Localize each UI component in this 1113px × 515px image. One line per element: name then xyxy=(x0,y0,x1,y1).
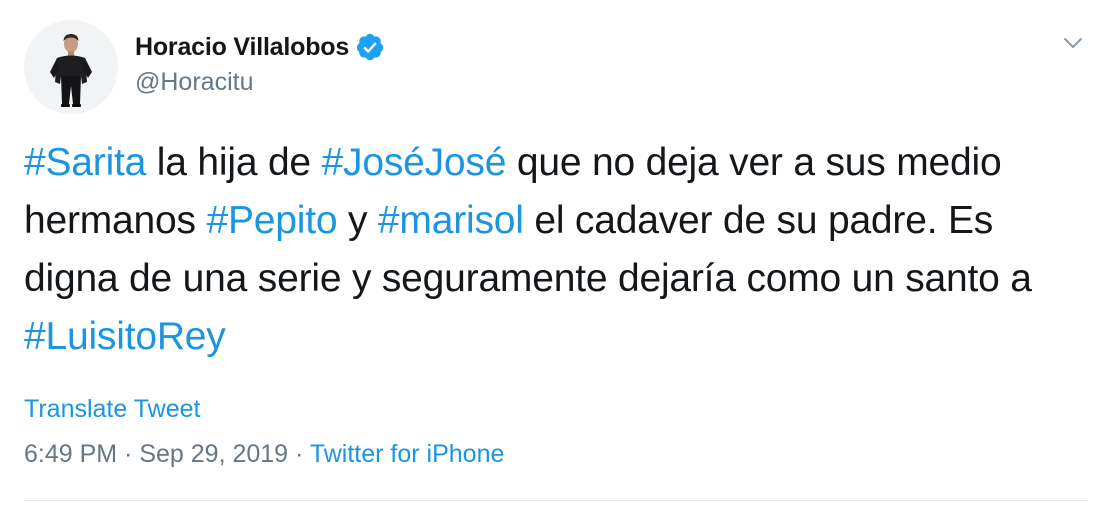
divider xyxy=(24,500,1088,501)
tweet-source-link[interactable]: Twitter for iPhone xyxy=(310,440,505,468)
hashtag-link[interactable]: #LuisitoRey xyxy=(24,315,226,358)
tweet-text-segment: la hija de xyxy=(146,141,322,184)
hashtag-link[interactable]: #JoséJosé xyxy=(322,141,507,184)
avatar[interactable] xyxy=(24,20,118,114)
meta-separator: · xyxy=(117,440,140,468)
tweet-time[interactable]: 6:49 PM xyxy=(24,440,117,468)
user-handle[interactable]: @Horacitu xyxy=(135,68,253,97)
verified-badge-icon xyxy=(355,32,385,62)
hashtag-link[interactable]: #Sarita xyxy=(24,141,146,184)
tweet-date[interactable]: Sep 29, 2019 xyxy=(139,440,288,468)
tweet-text: #Sarita la hija de #JoséJosé que no deja… xyxy=(24,134,1094,366)
hashtag-link[interactable]: #marisol xyxy=(378,199,524,242)
meta-separator: · xyxy=(288,440,310,468)
tweet-menu-button[interactable] xyxy=(1058,28,1088,58)
display-name[interactable]: Horacio Villalobos xyxy=(135,33,349,62)
hashtag-link[interactable]: #Pepito xyxy=(206,199,337,242)
tweet-text-segment: y xyxy=(337,199,378,242)
author-name-row[interactable]: Horacio Villalobos xyxy=(135,30,385,64)
translate-tweet-link[interactable]: Translate Tweet xyxy=(24,395,200,424)
chevron-down-icon xyxy=(1064,38,1082,48)
tweet-metadata: 6:49 PM · Sep 29, 2019 · Twitter for iPh… xyxy=(24,440,504,469)
